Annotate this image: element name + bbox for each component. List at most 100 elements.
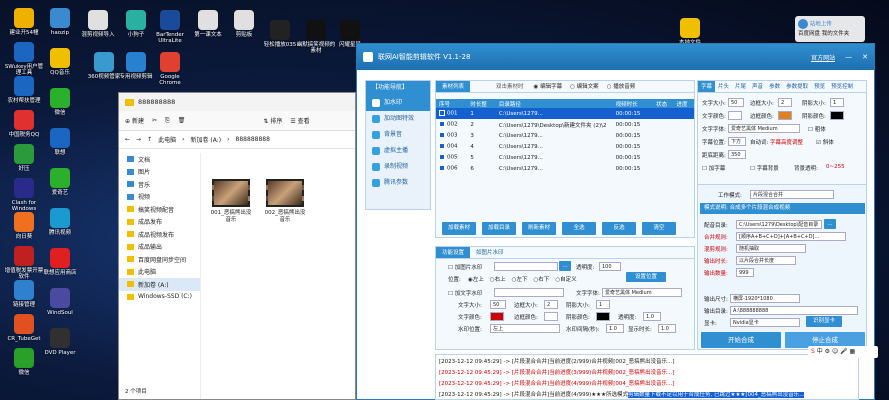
desktop-icon[interactable]: QQ音乐 (40, 48, 80, 76)
merge-rule-select[interactable]: [顺序A+B+C+D]+[A+B+C+D]... (736, 232, 846, 241)
desktop-icon[interactable]: 轻松播放035 (260, 20, 300, 48)
desktop-icon[interactable]: 第一课文本 (188, 10, 228, 38)
desktop-icon[interactable]: haozip (40, 8, 80, 36)
nav-item[interactable]: 成品发布 (119, 216, 200, 229)
desktop-icon[interactable]: 混剪视频导入 (78, 10, 118, 38)
nav-item[interactable]: 图片 (119, 166, 200, 179)
set-position-button[interactable]: 设置位置 (626, 272, 666, 282)
sub-border-color[interactable] (778, 111, 792, 120)
config-dir-browse-button[interactable]: ... (824, 219, 836, 229)
table-row[interactable]: 001 1 C:\Users\1279... 00:00:15 (436, 108, 694, 119)
website-link[interactable]: 官方网站 (811, 53, 835, 62)
subtitle-tab[interactable]: 字幕 (698, 81, 716, 92)
output-length-select[interactable]: 以片段合并长度 (736, 256, 796, 265)
nav-item[interactable]: 音乐 (119, 178, 200, 191)
table-row[interactable]: 004 4 C:\Users\1279... 00:00:15 (436, 141, 694, 152)
desktop-icon[interactable]: Clash for Windows (4, 178, 44, 213)
nav-item-2[interactable]: 背景音 (366, 127, 430, 143)
desktop-icon[interactable]: 爱奇艺 (40, 168, 80, 196)
wm-text-size[interactable]: 50 (490, 300, 506, 309)
column-header[interactable]: 目录路径 (495, 99, 613, 108)
wm-border-color[interactable] (544, 312, 558, 321)
tab-material[interactable]: 素材列表 (436, 81, 471, 92)
material-button-4[interactable]: 反选 (602, 222, 636, 235)
up-icon[interactable]: ↑ (147, 136, 152, 143)
wm-border-size[interactable]: 2 (544, 300, 558, 309)
column-header[interactable]: 视频时长 (612, 99, 654, 108)
desktop-icon[interactable]: 中国税务QQ (4, 110, 44, 138)
checkbox-icon[interactable] (439, 154, 445, 161)
close-icon[interactable]: ✕ (862, 53, 868, 61)
watermark-tab[interactable]: 功能设置 (436, 247, 471, 258)
add-subtitle-check[interactable]: ☐ 加字幕 (702, 164, 725, 172)
sub-border-size[interactable]: 2 (778, 98, 792, 107)
desktop-icon[interactable]: 360视频管家 (84, 52, 124, 80)
desktop-icon[interactable]: BarTender UltraLite (150, 10, 190, 45)
desktop-icon[interactable]: SWukey用户管理工具 (4, 42, 44, 77)
position-radio[interactable]: ○左下 (512, 275, 528, 283)
subtitle-bg-check[interactable]: ☐ 字幕背景 (750, 164, 779, 172)
text-font-select[interactable]: 爱奇艺黑体 Medium (602, 288, 682, 297)
nav-item[interactable]: Windows-SSD (C:) (119, 291, 200, 304)
radio-option[interactable]: ◉ 编辑字幕 (534, 81, 563, 92)
material-button-1[interactable]: 加载目录 (482, 222, 516, 235)
desktop-icon[interactable]: DVD Player (40, 328, 80, 356)
subtitle-tab[interactable]: 参数提取 (783, 81, 811, 92)
nav-item[interactable]: 搞笑视频配音 (119, 203, 200, 216)
desktop-icon[interactable]: 腾讯视频 (40, 208, 80, 236)
radio-option[interactable]: ○ 编辑文案 (570, 81, 599, 92)
column-header[interactable]: 状态 (653, 99, 674, 108)
sub-distance[interactable]: 350 (728, 150, 746, 159)
view-button[interactable]: ☰ 查看 (290, 116, 309, 125)
desktop-icon[interactable]: 剪贴板 (224, 10, 264, 38)
file-item[interactable]: 002_恶搞熊出没音乐 (263, 179, 307, 223)
nav-item-4[interactable]: 录制视频 (366, 159, 430, 175)
nav-item-5[interactable]: 腾讯参数 (366, 175, 430, 191)
desktop-icon[interactable]: 向日葵 (4, 212, 44, 240)
position-radio[interactable]: ○右上 (490, 275, 506, 283)
image-watermark-check[interactable]: ☐ 加图片水印 (448, 263, 482, 271)
sub-height-adjust[interactable]: 字幕高度调整 (770, 138, 803, 146)
breadcrumb-0[interactable]: 此电脑 (158, 135, 176, 144)
position-radio[interactable]: ○右下 (533, 275, 549, 283)
wm-interval[interactable]: 1.0 (606, 324, 624, 333)
nav-item-0[interactable]: 加水印 (366, 95, 430, 111)
table-row[interactable]: 002 2 C:\Users\1279\Desktop\新建文件夹 (2)\2 00:… (436, 119, 694, 130)
subtitle-tab[interactable]: 预览 (811, 81, 828, 92)
nav-item[interactable]: 文档 (119, 153, 200, 166)
sub-font-size[interactable]: 50 (728, 98, 744, 107)
gpu-select[interactable]: Nvidia显卡 (730, 318, 800, 327)
nav-item[interactable]: 视频 (119, 191, 200, 204)
column-header[interactable]: 时长整 (467, 99, 496, 108)
sub-shadow-color[interactable] (830, 111, 844, 120)
resolution-select[interactable]: 横屏-1920*1080 (730, 294, 800, 303)
wm-opacity2[interactable]: 1.0 (643, 312, 661, 321)
nav-item[interactable]: 成品视频发布 (119, 228, 200, 241)
wm-shadow-size[interactable]: 1 (596, 300, 610, 309)
subtitle-tab[interactable]: 片头 (715, 81, 732, 92)
material-button-0[interactable]: 加载素材 (442, 222, 476, 235)
subtitle-tab[interactable]: 预览控制 (828, 81, 856, 92)
desktop-icon[interactable]: Google Chrome (150, 52, 190, 87)
desktop-icon[interactable]: 好压 (4, 144, 44, 172)
browse-button[interactable]: ... (559, 261, 571, 271)
wm-position-select[interactable]: 左上 (490, 324, 560, 333)
baidu-netdisk-widget[interactable]: 站地上传 百度网盘 我的文件夹 (795, 16, 865, 42)
material-button-2[interactable]: 刷新素材 (522, 222, 556, 235)
sub-position-select[interactable]: 下方 (728, 137, 746, 146)
breadcrumb-1[interactable]: 新加卷 (A:) (191, 135, 222, 144)
checkbox-icon[interactable] (439, 121, 445, 128)
config-dir-input[interactable]: C:\Users\1279\Desktop\配音目录 (736, 220, 822, 229)
checkbox-icon[interactable] (439, 165, 445, 172)
position-radio[interactable]: ◉左上 (468, 275, 484, 283)
sub-font-select[interactable]: 爱奇艺黑体 Medium (728, 124, 800, 133)
material-button-5[interactable]: 清空 (642, 222, 676, 235)
column-header[interactable]: 序号 (436, 99, 468, 108)
desktop-icon[interactable]: WindSoul (40, 288, 80, 316)
table-row[interactable]: 006 6 C:\Users\1279... 00:00:15 (436, 163, 694, 174)
table-row[interactable]: 003 3 C:\Users\1279... 00:00:15 (436, 130, 694, 141)
nav-item[interactable]: 新加卷 (A:) (119, 278, 200, 291)
subtitle-tab[interactable]: 参数 (766, 81, 783, 92)
position-radio[interactable]: ○自定义 (555, 275, 576, 283)
desktop-icon[interactable]: CR_TubeGet (4, 314, 44, 342)
